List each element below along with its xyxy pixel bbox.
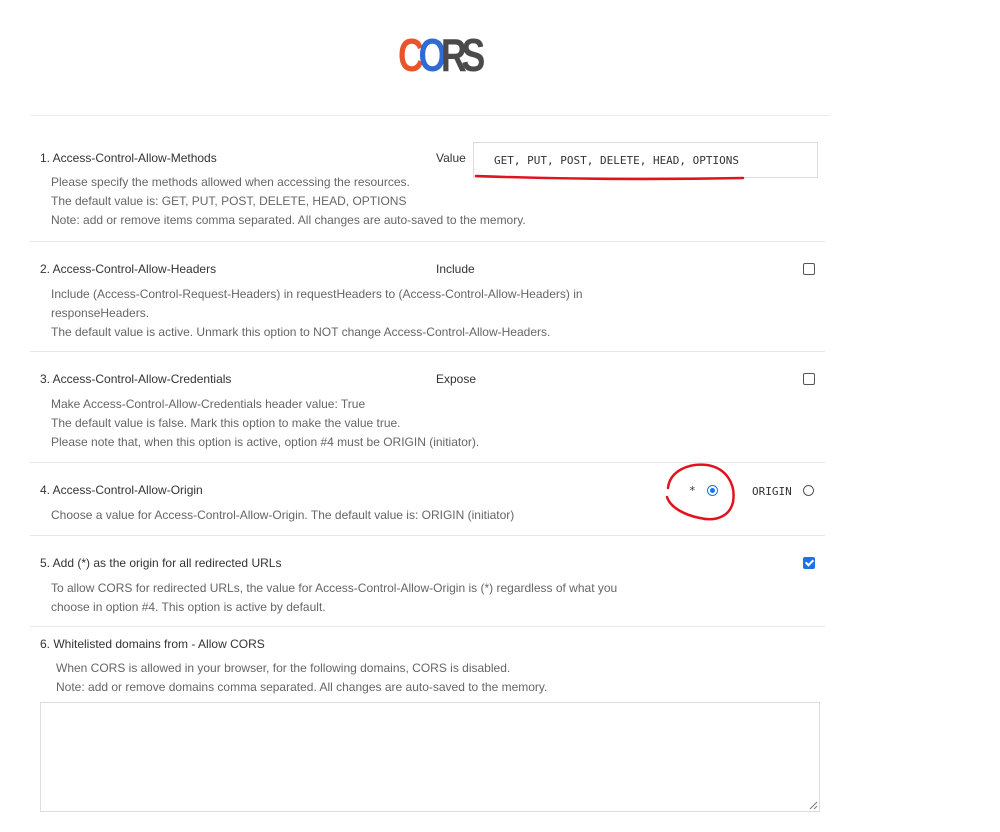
section-title: 1. Access-Control-Allow-Methods [40,151,217,165]
section-title: 6. Whitelisted domains from - Allow CORS [40,637,265,651]
origin-option-label: ORIGIN [752,485,792,498]
section-description: Please specify the methods allowed when … [51,175,526,227]
header-divider [30,115,830,116]
section-title: 2. Access-Control-Allow-Headers [40,262,217,276]
section-description: When CORS is allowed in your browser, fo… [56,661,548,694]
include-headers-checkbox[interactable] [803,263,815,275]
section-allow-headers: 2. Access-Control-Allow-Headers Include … [30,242,825,352]
expose-credentials-checkbox[interactable] [803,373,815,385]
section-redirect-origin: 5. Add (*) as the origin for all redirec… [30,536,825,627]
section-description: To allow CORS for redirected URLs, the v… [51,581,618,614]
section-description: Include (Access-Control-Request-Headers)… [51,287,583,339]
section-allow-credentials: 3. Access-Control-Allow-Credentials Expo… [30,352,825,463]
redirect-origin-checkbox[interactable] [803,557,815,569]
resize-grip-icon[interactable] [809,801,818,810]
section-description: Make Access-Control-Allow-Credentials he… [51,397,480,449]
origin-star-radio[interactable] [707,485,718,496]
section-title: 5. Add (*) as the origin for all redirec… [40,556,282,570]
star-option-label: * [689,484,696,497]
whitelist-domains-textarea[interactable] [40,702,820,812]
section-allow-methods: 1. Access-Control-Allow-Methods Value Pl… [30,142,825,242]
section-title: 4. Access-Control-Allow-Origin [40,483,203,497]
expose-label: Expose [436,372,477,386]
value-label: Value [436,151,466,165]
section-title: 3. Access-Control-Allow-Credentials [40,372,232,386]
section-description: Choose a value for Access-Control-Allow-… [51,508,515,522]
origin-initiator-radio[interactable] [803,485,814,496]
section-allow-origin: 4. Access-Control-Allow-Origin * ORIGIN … [30,463,825,536]
include-label: Include [436,262,475,276]
cors-logo: CORS [398,29,485,81]
